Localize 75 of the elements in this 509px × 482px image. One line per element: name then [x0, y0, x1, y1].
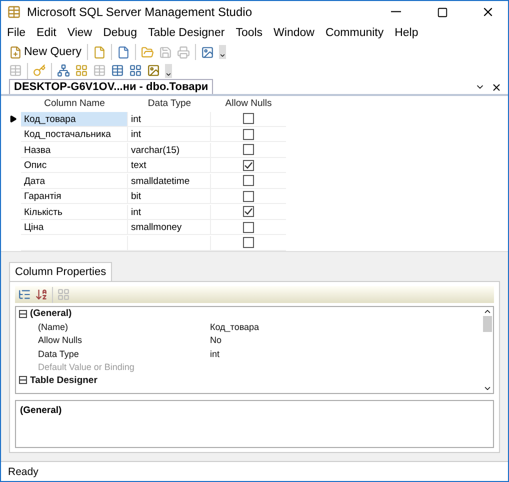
table-cell[interactable]: Ціна — [21, 220, 128, 236]
scroll-thumb[interactable] — [482, 316, 492, 332]
checkbox[interactable] — [243, 222, 254, 233]
chevron-down-icon — [165, 70, 172, 78]
checkbox[interactable] — [243, 128, 254, 140]
categorized-icon[interactable] — [18, 288, 31, 302]
category-label: (General) — [30, 308, 73, 320]
table-cell[interactable]: smalldatetime — [128, 174, 211, 189]
menu-item[interactable]: Tools — [236, 26, 263, 39]
maximize-icon — [436, 6, 448, 18]
close-icon[interactable] — [491, 82, 502, 93]
checkbox[interactable] — [243, 175, 254, 186]
properties-tab[interactable]: Column Properties — [9, 262, 112, 282]
table-cell[interactable]: text — [128, 158, 211, 174]
menu-item[interactable]: Window — [274, 26, 314, 39]
column-header: Allow Nulls — [224, 98, 273, 110]
table-cell[interactable]: Гарантія — [21, 189, 128, 204]
table-cell[interactable]: int — [128, 127, 211, 142]
menu-item[interactable]: Table Designer — [148, 26, 225, 39]
checkbox[interactable] — [243, 160, 254, 171]
window-title: Microsoft SQL Server Management Studio — [27, 5, 253, 19]
table-cell[interactable]: int — [128, 112, 211, 127]
image-icon[interactable] — [200, 46, 214, 59]
overflow-button[interactable] — [165, 64, 172, 78]
property-name[interactable]: (Name) — [30, 322, 210, 332]
property-value[interactable]: Код_товара — [210, 322, 481, 332]
table-cell[interactable]: Кількість — [21, 204, 128, 220]
minimize-icon — [391, 11, 401, 13]
table-cell[interactable]: Код_товара — [21, 112, 128, 127]
menu-item[interactable]: View — [67, 26, 92, 39]
menu-item[interactable]: Debug — [103, 26, 137, 39]
new-query-button[interactable]: New Query — [9, 46, 82, 59]
table-cell[interactable]: Код_постачальника — [21, 127, 128, 142]
column-header: Data Type — [146, 98, 192, 110]
sort-az-icon[interactable] — [35, 288, 48, 302]
document-tab[interactable]: DESKTOP-G6V1OV...ни - dbo.Товари — [9, 79, 214, 94]
empty-cell[interactable] — [128, 236, 211, 251]
checkbox[interactable] — [243, 113, 254, 124]
menu-item[interactable]: Edit — [36, 26, 56, 39]
chevron-down-icon — [218, 52, 226, 60]
table-icon — [7, 5, 21, 19]
table-cell[interactable]: smallmoney — [128, 220, 211, 236]
checkbox[interactable] — [243, 190, 254, 202]
table-cell[interactable]: varchar(15) — [128, 142, 211, 158]
empty-cell[interactable] — [21, 236, 128, 251]
property-name[interactable]: Data Type — [30, 348, 210, 359]
menu-item[interactable]: File — [7, 26, 26, 39]
description-title: (General) — [20, 405, 62, 416]
property-value[interactable]: No — [210, 335, 481, 346]
checkbox[interactable] — [243, 237, 254, 248]
menu-item[interactable]: Help — [394, 26, 418, 39]
menu-item[interactable]: Community — [325, 26, 384, 39]
image-icon[interactable] — [147, 64, 160, 78]
row-indicator-icon — [9, 115, 17, 124]
table-icon[interactable] — [111, 64, 124, 78]
table-cell[interactable]: Опис — [21, 158, 128, 174]
property-value[interactable]: int — [210, 348, 481, 359]
overflow-button[interactable] — [218, 45, 226, 60]
document-icon[interactable] — [116, 46, 130, 59]
table-cell[interactable]: int — [128, 204, 211, 220]
grid-icon[interactable] — [129, 64, 142, 78]
checkbox[interactable] — [243, 144, 254, 156]
collapse-icon[interactable] — [19, 310, 27, 318]
network-icon[interactable] — [57, 64, 70, 78]
property-name[interactable]: Allow Nulls — [30, 335, 210, 346]
column-header: Column Name — [43, 98, 106, 110]
table-cell[interactable]: bit — [128, 189, 211, 204]
checkbox[interactable] — [243, 206, 254, 218]
new-file-icon — [9, 46, 22, 59]
table-cell[interactable]: Дата — [21, 174, 128, 189]
collapse-icon[interactable] — [19, 376, 27, 384]
table-cell[interactable]: Назва — [21, 142, 128, 158]
category-label: Table Designer — [30, 374, 98, 386]
close-icon — [481, 5, 495, 19]
status-text: Ready — [8, 466, 38, 478]
